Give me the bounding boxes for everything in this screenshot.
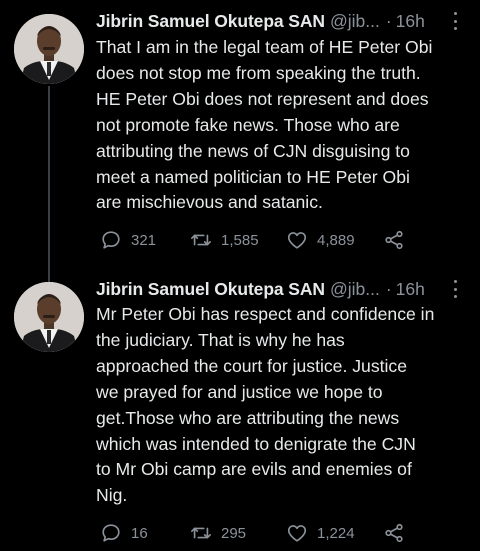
tweet[interactable]: Jibrin Samuel Okutepa SAN @jib... · 16h … xyxy=(0,272,480,551)
retweet-icon xyxy=(191,234,211,246)
reply-count: 321 xyxy=(131,231,157,249)
share-button[interactable] xyxy=(383,522,405,544)
reply-icon xyxy=(102,524,120,542)
more-vertical-icon[interactable] xyxy=(448,12,462,30)
tweet[interactable]: Jibrin Samuel Okutepa SAN @jib... · 16h … xyxy=(0,0,480,272)
like-button[interactable]: 1,224 xyxy=(286,522,355,544)
heart-icon xyxy=(287,525,307,542)
reply-icon xyxy=(102,231,120,249)
tweet-header: Jibrin Samuel Okutepa SAN @jib... · 16h xyxy=(96,276,466,302)
tweet-text: That I am in the legal team of HE Peter … xyxy=(96,37,433,213)
author-handle[interactable]: @jib... xyxy=(330,11,380,32)
retweet-count: 1,585 xyxy=(221,231,259,249)
share-icon xyxy=(385,230,403,250)
share-icon xyxy=(385,523,403,543)
like-button[interactable]: 4,889 xyxy=(286,229,355,251)
retweet-icon xyxy=(191,527,211,539)
tweet-text: Mr Peter Obi has respect and confidence … xyxy=(96,304,435,506)
avatar[interactable] xyxy=(14,282,84,352)
retweet-count: 295 xyxy=(221,524,247,542)
author-name[interactable]: Jibrin Samuel Okutepa SAN xyxy=(96,279,325,300)
retweet-button[interactable]: 1,585 xyxy=(190,229,259,251)
more-vertical-icon[interactable] xyxy=(448,280,462,298)
separator-dot: · xyxy=(385,278,392,299)
timestamp[interactable]: 16h xyxy=(396,11,425,32)
reply-count: 16 xyxy=(131,524,148,542)
retweet-button[interactable]: 295 xyxy=(190,522,246,544)
like-count: 4,889 xyxy=(317,231,355,249)
avatar[interactable] xyxy=(14,14,84,84)
author-handle[interactable]: @jib... xyxy=(330,279,380,300)
reply-button[interactable]: 16 xyxy=(100,522,148,544)
author-name[interactable]: Jibrin Samuel Okutepa SAN xyxy=(96,11,325,32)
timestamp[interactable]: 16h xyxy=(396,279,425,300)
tweet-actions: 16 295 1,224 xyxy=(100,522,430,546)
share-button[interactable] xyxy=(383,229,405,251)
like-count: 1,224 xyxy=(317,524,355,542)
reply-button[interactable]: 321 xyxy=(100,229,156,251)
separator-dot: · xyxy=(385,10,392,31)
tweet-actions: 321 1,585 4,889 xyxy=(100,229,430,253)
tweet-header: Jibrin Samuel Okutepa SAN @jib... · 16h xyxy=(96,8,466,34)
heart-icon xyxy=(287,232,307,249)
